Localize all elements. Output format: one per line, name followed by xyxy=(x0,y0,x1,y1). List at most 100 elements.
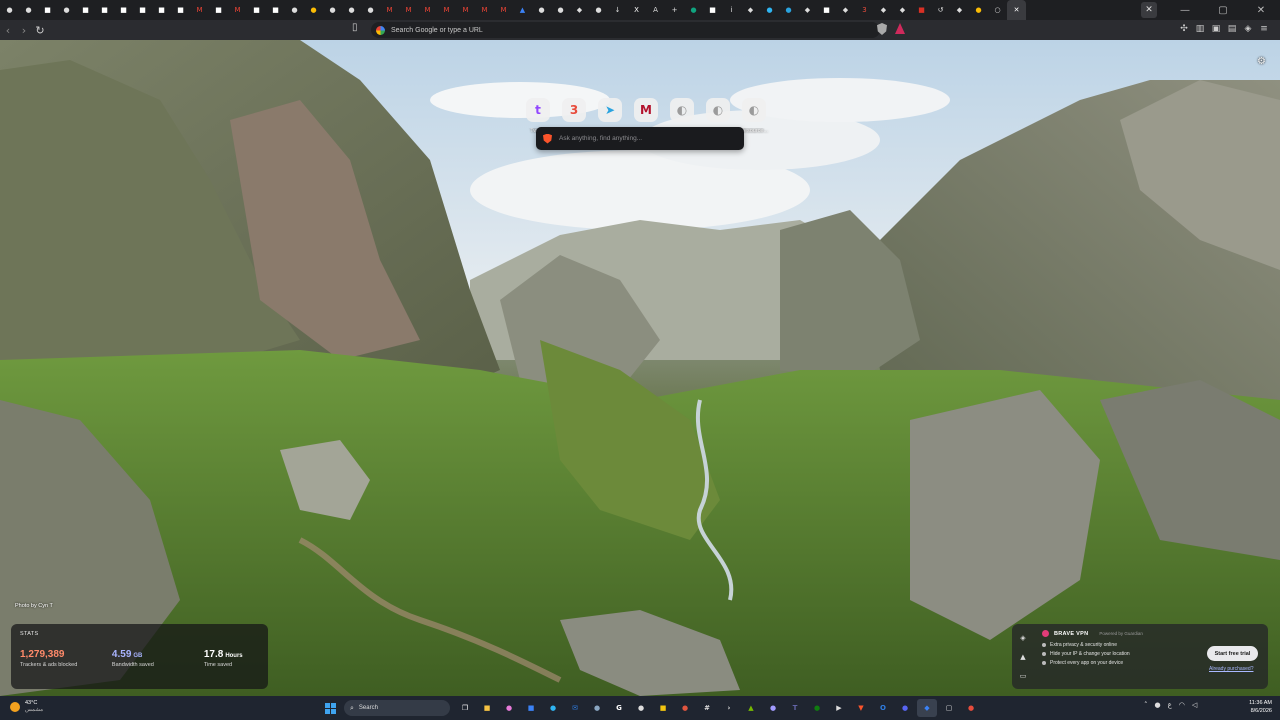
browser-tab[interactable]: ● xyxy=(969,0,988,20)
browser-tab[interactable]: M xyxy=(418,0,437,20)
browser-tab[interactable]: ● xyxy=(684,0,703,20)
browser-tab[interactable]: ● xyxy=(19,0,38,20)
photo-credit[interactable]: Photo by Cyn T xyxy=(15,603,53,609)
wallet-icon[interactable]: ▣ xyxy=(1210,23,1222,35)
taskbar-app[interactable]: ● xyxy=(961,699,981,717)
sidebar-icon[interactable]: ▥ xyxy=(1194,23,1206,35)
back-button[interactable]: ‹ xyxy=(0,22,16,38)
browser-tab[interactable]: M xyxy=(190,0,209,20)
taskbar-app[interactable]: ◆ xyxy=(917,699,937,717)
volume-icon[interactable]: ◁ xyxy=(1192,701,1197,709)
browser-tab[interactable]: 3 xyxy=(855,0,874,20)
downloads-icon[interactable]: ▤ xyxy=(1226,23,1238,35)
tray-language[interactable]: ع xyxy=(1168,701,1172,709)
minimize-button[interactable]: — xyxy=(1166,0,1204,20)
browser-tab[interactable]: A xyxy=(646,0,665,20)
browser-tab[interactable]: ● xyxy=(0,0,19,20)
browser-tab[interactable]: M xyxy=(494,0,513,20)
browser-tab[interactable]: ● xyxy=(532,0,551,20)
tray-app-icon[interactable]: ● xyxy=(1155,701,1161,709)
vpn-icon[interactable]: ◈ xyxy=(1242,23,1254,35)
taskbar-app[interactable]: ▢ xyxy=(939,699,959,717)
browser-tab[interactable]: ↺ xyxy=(931,0,950,20)
browser-tab[interactable]: ◆ xyxy=(836,0,855,20)
browser-tab[interactable]: ■ xyxy=(133,0,152,20)
taskbar-app[interactable]: ✉ xyxy=(565,699,585,717)
browser-tab[interactable]: ● xyxy=(760,0,779,20)
reload-button[interactable]: ↻ xyxy=(32,22,48,38)
browser-tab[interactable]: ● xyxy=(342,0,361,20)
browser-tab[interactable]: ■ xyxy=(171,0,190,20)
browser-tab[interactable]: ● xyxy=(779,0,798,20)
address-bar[interactable]: Search Google or type a URL xyxy=(371,22,880,38)
taskbar-app[interactable]: ■ xyxy=(521,699,541,717)
browser-tab[interactable]: M xyxy=(399,0,418,20)
maximize-button[interactable]: ▢ xyxy=(1204,0,1242,20)
already-purchased-link[interactable]: Already purchased? xyxy=(1209,666,1253,672)
ntp-search-box[interactable]: Ask anything, find anything... xyxy=(536,127,744,150)
brave-rewards-icon[interactable] xyxy=(895,23,905,34)
browser-tab[interactable]: ■ xyxy=(247,0,266,20)
browser-tab[interactable]: ◆ xyxy=(950,0,969,20)
wifi-icon[interactable]: ◠ xyxy=(1179,701,1185,709)
browser-tab[interactable]: ■ xyxy=(95,0,114,20)
taskbar-app[interactable]: ● xyxy=(499,699,519,717)
browser-tab[interactable]: i xyxy=(722,0,741,20)
folder-icon[interactable]: ▭ xyxy=(1020,672,1027,680)
browser-tab[interactable]: ■ xyxy=(152,0,171,20)
tray-chevron-icon[interactable]: ˄ xyxy=(1144,701,1148,709)
browser-tab[interactable]: ■ xyxy=(266,0,285,20)
clock[interactable]: 11:36 AM 8/6/2026 xyxy=(1232,699,1272,715)
taskbar-app[interactable]: ❐ xyxy=(455,699,475,717)
browser-tab[interactable]: M xyxy=(380,0,399,20)
taskbar-app[interactable]: T xyxy=(785,699,805,717)
browser-tab[interactable]: ✕ xyxy=(1007,0,1026,20)
settings-gear-icon[interactable]: ⚙ xyxy=(1257,56,1266,67)
taskbar-app[interactable]: ■ xyxy=(653,699,673,717)
browser-tab[interactable]: X xyxy=(627,0,646,20)
menu-icon[interactable]: ≡ xyxy=(1258,23,1270,35)
taskbar-app[interactable]: ● xyxy=(631,699,651,717)
taskbar-app[interactable]: ■ xyxy=(477,699,497,717)
browser-tab[interactable]: ● xyxy=(285,0,304,20)
taskbar-search[interactable]: ⌕ Search xyxy=(344,700,450,716)
taskbar-app[interactable]: ● xyxy=(807,699,827,717)
browser-tab[interactable]: ● xyxy=(361,0,380,20)
start-button[interactable] xyxy=(322,700,339,717)
taskbar-app[interactable]: O xyxy=(873,699,893,717)
browser-tab[interactable]: ● xyxy=(57,0,76,20)
browser-tab[interactable]: M xyxy=(475,0,494,20)
browser-tab[interactable]: ◆ xyxy=(798,0,817,20)
taskbar-app[interactable]: ▼ xyxy=(851,699,871,717)
browser-tab[interactable]: ■ xyxy=(76,0,95,20)
taskbar-app[interactable]: ● xyxy=(543,699,563,717)
taskbar-app[interactable]: ▲ xyxy=(741,699,761,717)
browser-tab[interactable]: M xyxy=(437,0,456,20)
browser-tab[interactable]: M xyxy=(228,0,247,20)
browser-tab[interactable]: ■ xyxy=(817,0,836,20)
browser-tab[interactable]: ■ xyxy=(209,0,228,20)
browser-tab[interactable]: ◆ xyxy=(741,0,760,20)
close-window-button[interactable]: ✕ xyxy=(1242,0,1280,20)
taskbar-app[interactable]: G xyxy=(609,699,629,717)
taskbar-app[interactable]: ● xyxy=(763,699,783,717)
extensions-icon[interactable]: ✣ xyxy=(1178,23,1190,35)
taskbar-app[interactable]: ▶ xyxy=(829,699,849,717)
browser-tab[interactable]: M xyxy=(456,0,475,20)
close-tab-icon[interactable]: ✕ xyxy=(1141,2,1157,18)
browser-tab[interactable]: ○ xyxy=(988,0,1007,20)
taskbar-app[interactable]: ● xyxy=(587,699,607,717)
bookmark-icon[interactable]: ▯ xyxy=(352,22,358,33)
browser-tab[interactable]: ● xyxy=(589,0,608,20)
browser-tab[interactable]: ● xyxy=(551,0,570,20)
start-free-trial-button[interactable]: Start free trial xyxy=(1207,646,1258,661)
browser-tab[interactable]: ↓ xyxy=(608,0,627,20)
taskbar-app[interactable]: ● xyxy=(675,699,695,717)
taskbar-app[interactable]: ● xyxy=(895,699,915,717)
browser-tab[interactable]: ● xyxy=(323,0,342,20)
browser-tab[interactable]: ◆ xyxy=(570,0,589,20)
taskbar-app[interactable]: › xyxy=(719,699,739,717)
browser-tab[interactable]: ■ xyxy=(912,0,931,20)
forward-button[interactable]: › xyxy=(16,22,32,38)
taskbar-app[interactable]: # xyxy=(697,699,717,717)
